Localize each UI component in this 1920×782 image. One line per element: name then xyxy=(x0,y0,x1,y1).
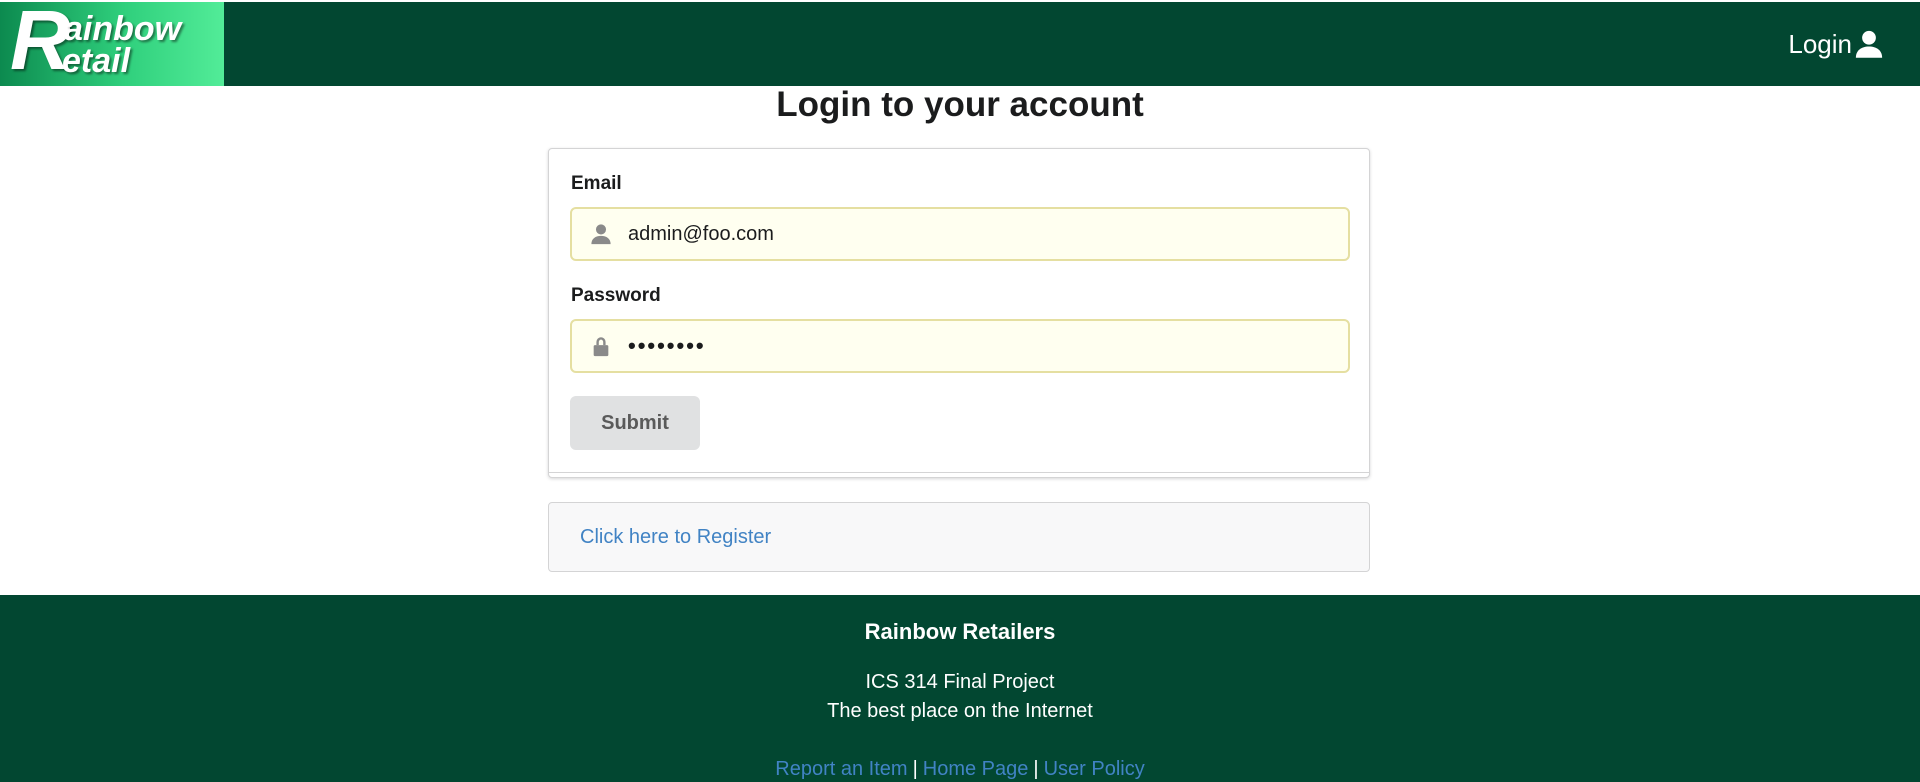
email-label: Email xyxy=(571,173,622,194)
logo-word-rainbow: ainbow xyxy=(64,10,182,48)
register-link[interactable]: Click here to Register xyxy=(580,526,771,549)
footer-separator: | xyxy=(912,758,918,780)
email-value: admin@foo.com xyxy=(628,222,774,245)
lock-icon xyxy=(593,337,609,357)
top-navbar: R ainbow etail Login xyxy=(0,2,1920,86)
footer-separator: | xyxy=(1033,758,1039,780)
submit-button[interactable]: Submit xyxy=(570,396,700,450)
login-menu-button[interactable]: Login xyxy=(1788,24,1884,64)
password-label: Password xyxy=(571,285,661,306)
login-form-card: Email admin@foo.com Password •••••••• Su… xyxy=(548,148,1370,478)
page-title: Login to your account xyxy=(776,85,1144,124)
report-item-link[interactable]: Report an Item xyxy=(775,758,907,780)
footer-tagline: The best place on the Internet xyxy=(827,700,1093,722)
card-divider xyxy=(549,472,1369,473)
login-label: Login xyxy=(1788,28,1852,59)
logo-word-retail: etail xyxy=(62,42,131,80)
user-policy-link[interactable]: User Policy xyxy=(1044,758,1145,780)
password-value: •••••••• xyxy=(628,333,706,358)
footer-links: Report an Item | Home Page | User Policy xyxy=(0,756,1920,782)
footer-project-line: ICS 314 Final Project xyxy=(865,671,1055,693)
password-field[interactable]: •••••••• xyxy=(570,319,1350,373)
footer: Rainbow Retailers ICS 314 Final Project … xyxy=(0,595,1920,782)
user-icon xyxy=(1855,30,1883,58)
register-message-box: Click here to Register xyxy=(548,502,1370,572)
home-page-link[interactable]: Home Page xyxy=(923,758,1029,780)
user-icon xyxy=(591,224,611,245)
rainbow-retail-logo[interactable]: R ainbow etail xyxy=(0,2,224,86)
footer-title: Rainbow Retailers xyxy=(864,619,1056,644)
email-field[interactable]: admin@foo.com xyxy=(570,207,1350,261)
